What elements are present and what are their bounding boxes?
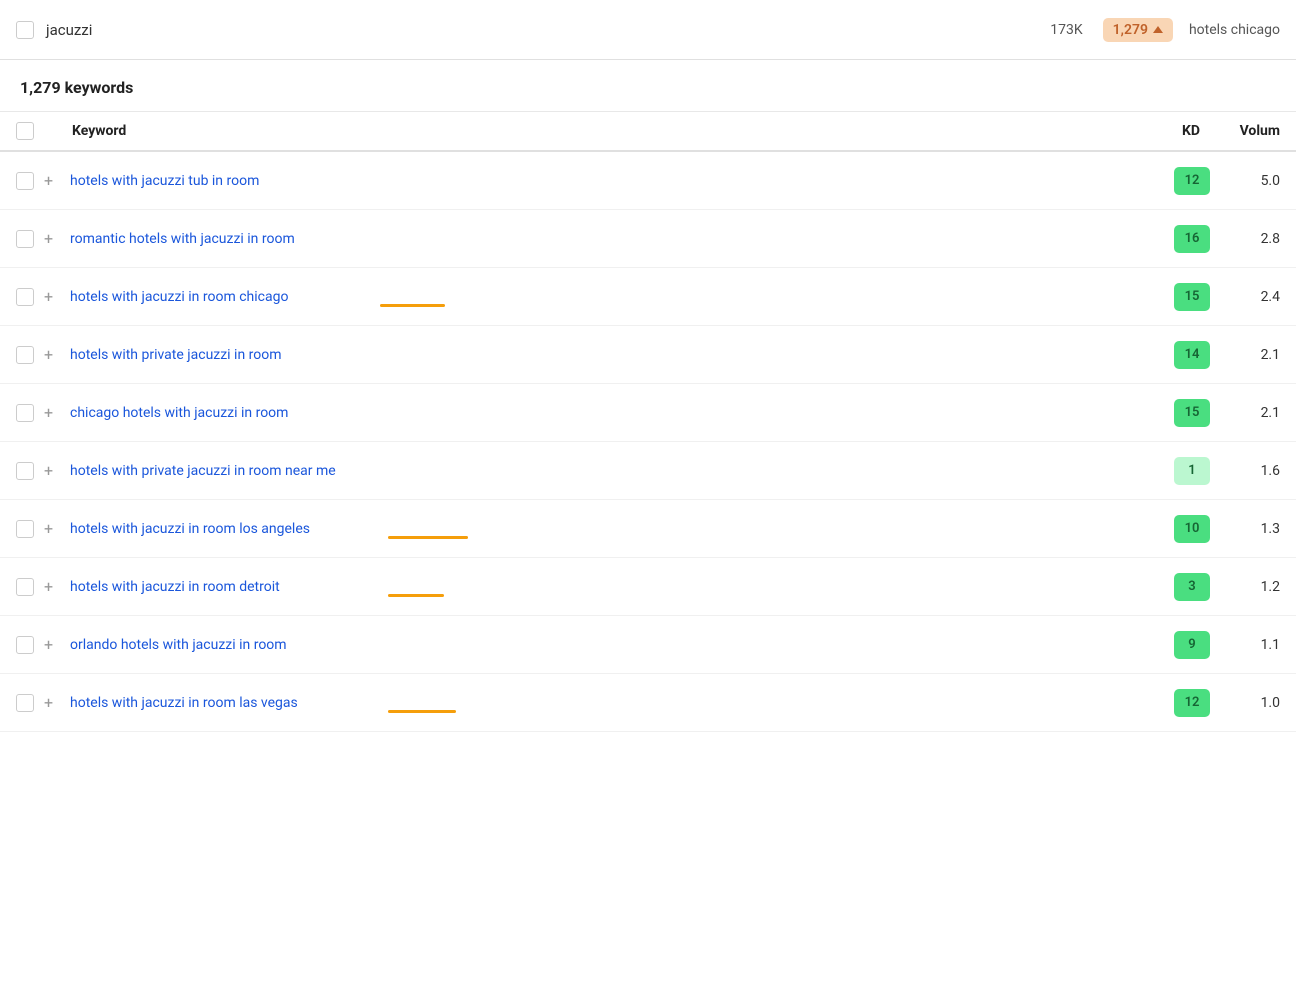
top-bar-badge[interactable]: 1,279 [1103,18,1173,42]
keyword-cell: orlando hotels with jacuzzi in room [70,637,1174,653]
row-add-icon[interactable]: + [44,519,58,538]
row-checkbox[interactable] [16,230,34,248]
header-kd-col: KD [1140,123,1200,139]
row-add-icon[interactable]: + [44,635,58,654]
keyword-text[interactable]: chicago hotels with jacuzzi in room [70,405,288,421]
keyword-text[interactable]: hotels with jacuzzi tub in room [70,173,259,189]
table-body: + hotels with jacuzzi tub in room 12 5.0 + ro… [0,152,1296,732]
row-checkbox[interactable] [16,578,34,596]
kd-badge: 9 [1174,631,1210,659]
row-checkbox[interactable] [16,288,34,306]
volume-value: 2.4 [1230,289,1280,305]
badge-count: 1,279 [1113,22,1148,38]
row-add-icon[interactable]: + [44,577,58,596]
underline-decoration [380,304,445,307]
keyword-text[interactable]: hotels with private jacuzzi in room near… [70,463,336,479]
table-header: Keyword KD Volum [0,112,1296,152]
volume-value: 1.0 [1230,695,1280,711]
underline-decoration [388,536,468,539]
keyword-text[interactable]: hotels with jacuzzi in room detroit [70,579,280,595]
table-row: + hotels with jacuzzi in room detroit 3 1.2 [0,558,1296,616]
table-row: + hotels with private jacuzzi in room 14 2.… [0,326,1296,384]
keyword-text[interactable]: hotels with jacuzzi in room los angeles [70,521,310,537]
row-checkbox[interactable] [16,636,34,654]
row-checkbox[interactable] [16,462,34,480]
keyword-cell: hotels with jacuzzi in room las vegas [70,695,1174,711]
keyword-text[interactable]: orlando hotels with jacuzzi in room [70,637,287,653]
row-checkbox[interactable] [16,694,34,712]
keyword-cell: romantic hotels with jacuzzi in room [70,231,1174,247]
row-add-icon[interactable]: + [44,171,58,190]
volume-value: 2.8 [1230,231,1280,247]
header-keyword-col: Keyword [72,123,1140,139]
keyword-text[interactable]: romantic hotels with jacuzzi in room [70,231,295,247]
volume-value: 1.3 [1230,521,1280,537]
table-row: + orlando hotels with jacuzzi in room 9 1.1 [0,616,1296,674]
table-row: + hotels with jacuzzi in room las vegas 12… [0,674,1296,732]
table-row: + hotels with jacuzzi tub in room 12 5.0 [0,152,1296,210]
underline-decoration [388,594,444,597]
top-bar-volume: 173K [1050,22,1082,38]
underline-decoration [388,710,456,713]
keyword-text[interactable]: hotels with jacuzzi in room chicago [70,289,288,305]
kd-badge: 15 [1174,283,1210,311]
kd-badge: 14 [1174,341,1210,369]
row-add-icon[interactable]: + [44,403,58,422]
header-volume-col: Volum [1220,123,1280,139]
top-bar-checkbox[interactable] [16,21,34,39]
kd-badge: 12 [1174,689,1210,717]
kd-badge: 3 [1174,573,1210,601]
row-add-icon[interactable]: + [44,693,58,712]
kd-badge: 12 [1174,167,1210,195]
keyword-cell: hotels with private jacuzzi in room near… [70,463,1174,479]
table-row: + hotels with jacuzzi in room los angeles… [0,500,1296,558]
keyword-text[interactable]: hotels with jacuzzi in room las vegas [70,695,298,711]
volume-value: 1.6 [1230,463,1280,479]
table-row: + hotels with jacuzzi in room chicago 15 2.… [0,268,1296,326]
volume-value: 1.2 [1230,579,1280,595]
kd-badge: 10 [1174,515,1210,543]
row-add-icon[interactable]: + [44,461,58,480]
row-add-icon[interactable]: + [44,345,58,364]
keyword-cell: hotels with jacuzzi in room los angeles [70,521,1174,537]
row-add-icon[interactable]: + [44,229,58,248]
volume-value: 2.1 [1230,405,1280,421]
arrow-up-icon [1153,26,1163,33]
top-bar: jacuzzi 173K 1,279 hotels chicago [0,0,1296,60]
row-checkbox[interactable] [16,346,34,364]
top-bar-keyword-label: jacuzzi [46,21,1050,39]
keyword-cell: hotels with jacuzzi in room chicago [70,289,1174,305]
volume-value: 1.1 [1230,637,1280,653]
kd-badge: 1 [1174,457,1210,485]
kd-badge: 16 [1174,225,1210,253]
top-bar-right-text: hotels chicago [1189,22,1280,38]
keyword-cell: hotels with jacuzzi tub in room [70,173,1174,189]
keyword-cell: chicago hotels with jacuzzi in room [70,405,1174,421]
kd-badge: 15 [1174,399,1210,427]
row-checkbox[interactable] [16,404,34,422]
volume-value: 5.0 [1230,173,1280,189]
table-row: + chicago hotels with jacuzzi in room 15 2.… [0,384,1296,442]
table-row: + hotels with private jacuzzi in room nea… [0,442,1296,500]
keywords-count-section: 1,279 keywords [0,60,1296,112]
row-add-icon[interactable]: + [44,287,58,306]
volume-value: 2.1 [1230,347,1280,363]
keyword-cell: hotels with jacuzzi in room detroit [70,579,1174,595]
row-checkbox[interactable] [16,172,34,190]
header-checkbox[interactable] [16,122,34,140]
keyword-text[interactable]: hotels with private jacuzzi in room [70,347,282,363]
row-checkbox[interactable] [16,520,34,538]
table-row: + romantic hotels with jacuzzi in room 16 2… [0,210,1296,268]
keywords-count-label: 1,279 keywords [20,78,133,97]
keyword-cell: hotels with private jacuzzi in room [70,347,1174,363]
